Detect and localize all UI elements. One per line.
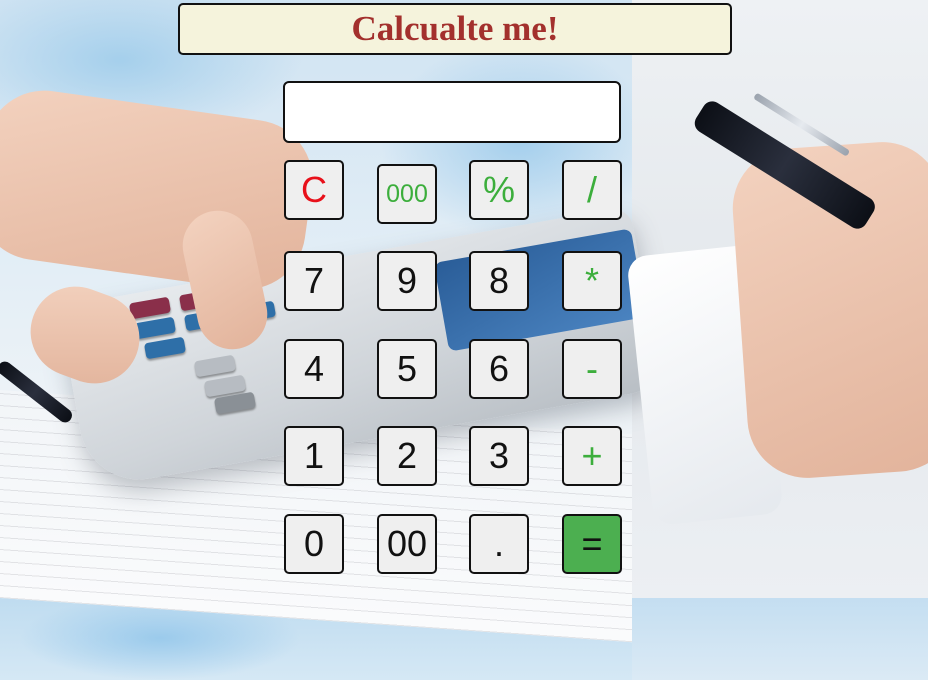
digit-3-button[interactable]: 3 — [469, 426, 529, 486]
equals-button[interactable]: = — [562, 514, 622, 574]
clear-button[interactable]: C — [284, 160, 344, 220]
percent-button[interactable]: % — [469, 160, 529, 220]
digit-5-button[interactable]: 5 — [377, 339, 437, 399]
digit-6-button[interactable]: 6 — [469, 339, 529, 399]
subtract-button[interactable]: - — [562, 339, 622, 399]
digit-4-button[interactable]: 4 — [284, 339, 344, 399]
triple-zero-button[interactable]: 000 — [377, 164, 437, 224]
double-zero-button[interactable]: 00 — [377, 514, 437, 574]
digit-0-button[interactable]: 0 — [284, 514, 344, 574]
digit-2-button[interactable]: 2 — [377, 426, 437, 486]
digit-8-button[interactable]: 8 — [469, 251, 529, 311]
decimal-point-button[interactable]: . — [469, 514, 529, 574]
digit-1-button[interactable]: 1 — [284, 426, 344, 486]
title-banner: Calcualte me! — [178, 3, 732, 55]
page-title: Calcualte me! — [351, 9, 559, 48]
add-button[interactable]: + — [562, 426, 622, 486]
background-bottom-right-panel — [632, 598, 928, 680]
digit-9-button[interactable]: 9 — [377, 251, 437, 311]
multiply-button[interactable]: * — [562, 251, 622, 311]
divide-button[interactable]: / — [562, 160, 622, 220]
digit-7-button[interactable]: 7 — [284, 251, 344, 311]
calculator-display[interactable] — [283, 81, 621, 143]
